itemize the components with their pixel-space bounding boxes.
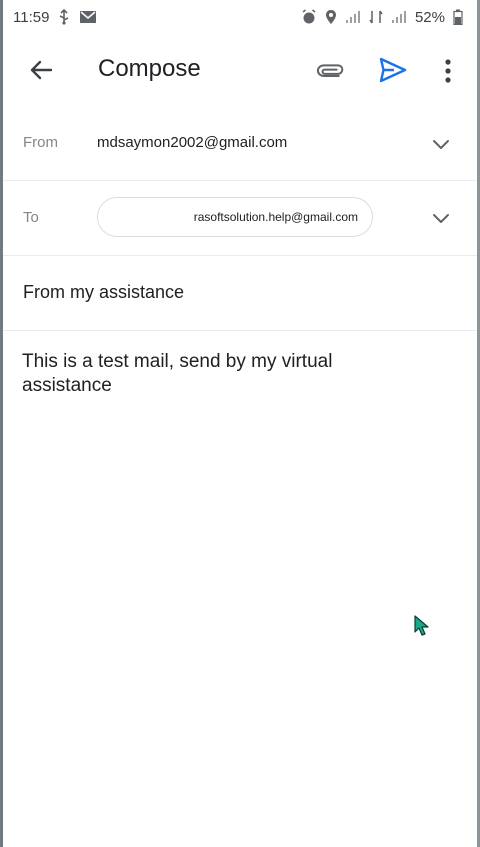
from-expand-button[interactable] <box>429 132 453 156</box>
page-title: Compose <box>98 55 201 82</box>
recipient-chip[interactable]: rasoftsolution.help@gmail.com <box>97 197 373 237</box>
more-vert-icon <box>445 59 451 83</box>
paperclip-icon <box>316 64 344 77</box>
signal-icon <box>345 10 361 24</box>
status-right: 52% <box>301 9 463 26</box>
mouse-pointer-icon <box>414 615 429 636</box>
recipient-email: rasoftsolution.help@gmail.com <box>193 210 358 224</box>
status-left: 11:59 <box>13 9 97 26</box>
chevron-down-icon <box>433 214 449 223</box>
app-bar: Compose <box>3 34 477 104</box>
status-time: 11:59 <box>13 8 50 26</box>
lte-icon <box>369 9 383 25</box>
chevron-down-icon <box>433 140 449 149</box>
send-icon <box>379 57 407 83</box>
subject-field[interactable]: From my assistance <box>23 282 184 303</box>
more-options-button[interactable] <box>438 55 458 87</box>
from-row: From mdsaymon2002@gmail.com <box>3 104 477 181</box>
battery-percent: 52% <box>414 8 445 26</box>
usb-icon <box>57 9 71 25</box>
gmail-notification-icon <box>79 10 97 24</box>
to-label: To <box>23 209 39 226</box>
battery-icon <box>453 9 463 25</box>
attach-button[interactable] <box>315 55 347 87</box>
send-button[interactable] <box>376 53 410 87</box>
arrow-back-icon <box>30 60 53 80</box>
signal-icon-2 <box>391 10 407 24</box>
subject-row: From my assistance <box>3 256 477 331</box>
to-expand-button[interactable] <box>429 206 453 230</box>
from-account-value[interactable]: mdsaymon2002@gmail.com <box>97 134 287 151</box>
to-row: To rasoftsolution.help@gmail.com <box>3 181 477 256</box>
alarm-icon <box>301 9 317 25</box>
status-bar: 11:59 52% <box>3 0 477 34</box>
back-button[interactable] <box>25 54 57 86</box>
message-body-field[interactable]: This is a test mail, send by my virtual … <box>22 350 422 398</box>
location-icon <box>325 9 337 25</box>
from-label: From <box>23 134 58 151</box>
